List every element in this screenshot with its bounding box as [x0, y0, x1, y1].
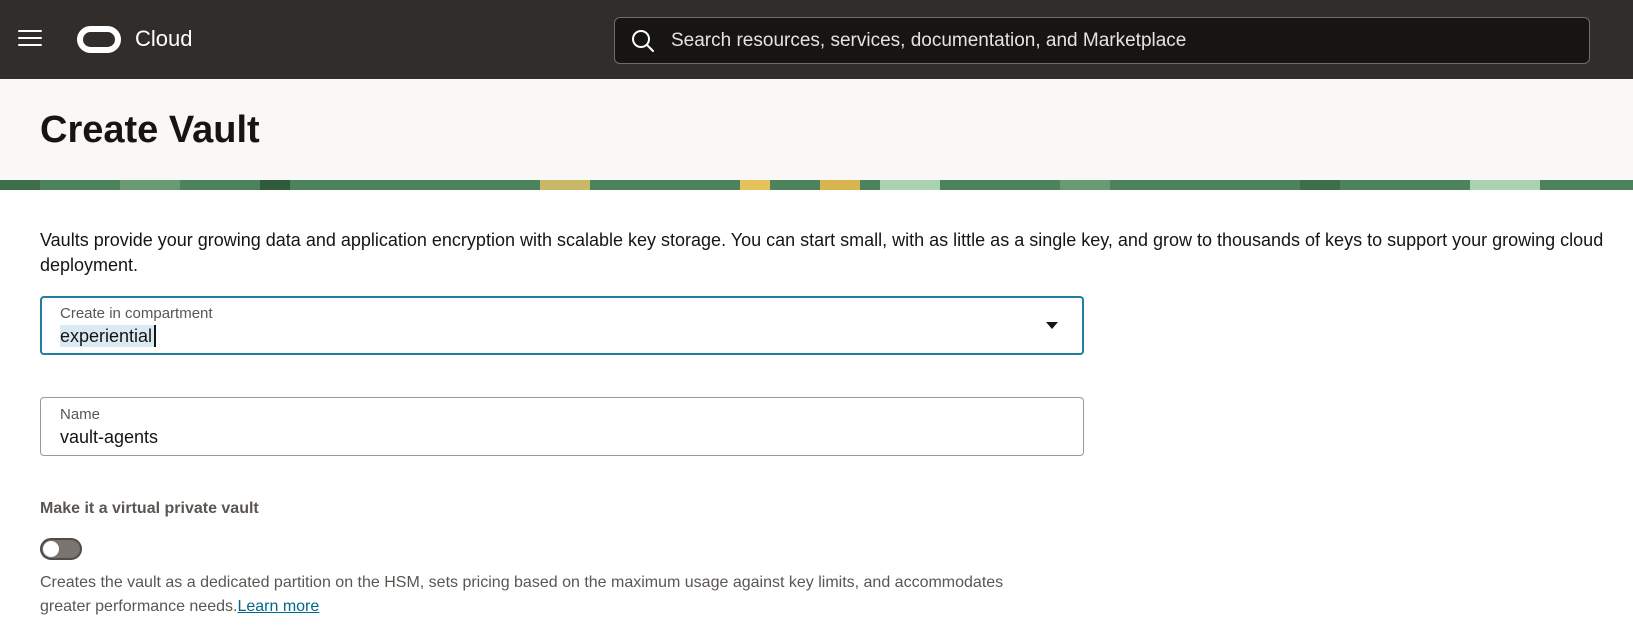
brand-label[interactable]: Cloud [135, 25, 192, 53]
page-header: Create Vault [0, 79, 1633, 180]
chevron-down-icon[interactable] [1046, 322, 1058, 329]
name-label: Name [60, 406, 101, 423]
name-field[interactable]: Name vault-agents [40, 397, 1084, 456]
top-navigation-bar: Cloud [0, 0, 1633, 79]
name-value[interactable]: vault-agents [60, 426, 158, 448]
intro-description: Vaults provide your growing data and app… [40, 230, 1604, 275]
decorative-banner [0, 180, 1633, 190]
compartment-select[interactable]: Create in compartment experiential [40, 296, 1084, 355]
learn-more-link[interactable]: Learn more [237, 598, 319, 615]
page-title: Create Vault [40, 109, 260, 151]
menu-icon[interactable] [18, 30, 42, 50]
help-text-body: Creates the vault as a dedicated partiti… [40, 574, 1004, 615]
toggle-knob [43, 541, 59, 557]
search-input[interactable] [671, 18, 1571, 63]
search-bar[interactable] [614, 17, 1590, 64]
search-icon [632, 30, 654, 52]
compartment-label: Create in compartment [60, 305, 213, 322]
virtual-private-vault-help: Creates the vault as a dedicated partiti… [40, 571, 1040, 619]
virtual-private-vault-label: Make it a virtual private vault [40, 500, 259, 517]
compartment-value[interactable]: experiential [60, 325, 157, 347]
oracle-logo-icon[interactable] [77, 26, 121, 53]
virtual-private-vault-toggle[interactable] [40, 538, 82, 560]
